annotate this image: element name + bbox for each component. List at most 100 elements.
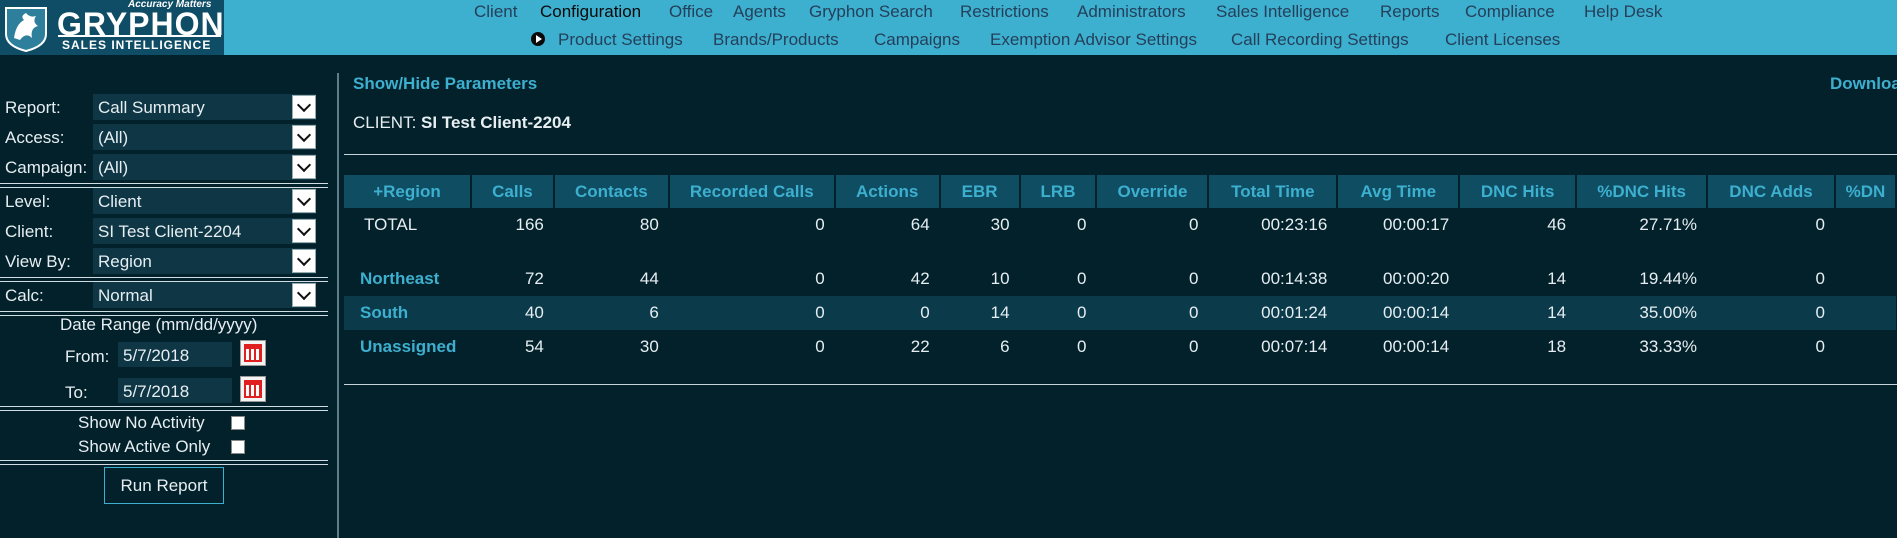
column-header[interactable]: Avg Time bbox=[1337, 175, 1461, 208]
table-cell: 33.33% bbox=[1639, 337, 1698, 356]
run-report-button[interactable]: Run Report bbox=[104, 467, 224, 504]
column-header[interactable]: Override bbox=[1096, 175, 1210, 208]
column-header[interactable]: DNC Hits bbox=[1459, 175, 1578, 208]
table-cell: 0 bbox=[1077, 269, 1087, 288]
client-select[interactable]: SI Test Client-2204 bbox=[93, 218, 316, 244]
region-link[interactable]: South bbox=[344, 296, 471, 330]
table-cell bbox=[1834, 296, 1896, 330]
table-cell: 0 bbox=[815, 215, 825, 234]
table-cell: 35.00% bbox=[1576, 296, 1708, 330]
chevron-down-icon[interactable] bbox=[292, 189, 316, 213]
column-header[interactable]: Calls bbox=[470, 175, 555, 208]
column-header[interactable]: Recorded Calls bbox=[668, 175, 836, 208]
column-header[interactable]: Actions bbox=[834, 175, 941, 208]
table-row: Unassigned 54 30 0 22 6 0 0 00:07:14 00:… bbox=[344, 330, 1896, 364]
view-by-select[interactable]: Region bbox=[93, 248, 316, 274]
table-cell: 0 bbox=[1815, 215, 1825, 234]
access-label: Access: bbox=[5, 128, 65, 147]
access-select-value: (All) bbox=[98, 128, 129, 147]
table-cell: 0 bbox=[1188, 215, 1199, 234]
level-select[interactable]: Client bbox=[93, 188, 316, 214]
calc-select-value: Normal bbox=[98, 286, 153, 305]
table-cell: 00:14:38 bbox=[1261, 269, 1328, 288]
table-row: Northeast 72 44 0 42 10 0 0 00:14:38 00:… bbox=[344, 262, 1896, 296]
campaign-select[interactable]: (All) bbox=[93, 154, 316, 180]
table-cell: 72 bbox=[524, 269, 544, 288]
subnav-client-licenses[interactable]: Client Licenses bbox=[1445, 30, 1560, 50]
table-cell: 40 bbox=[470, 296, 554, 330]
logo-subtitle: SALES INTELLIGENCE bbox=[62, 38, 212, 52]
nav-restrictions[interactable]: Restrictions bbox=[960, 2, 1049, 22]
level-label: Level: bbox=[5, 192, 51, 211]
nav-configuration[interactable]: Configuration bbox=[540, 2, 641, 22]
column-header[interactable]: %DNC Hits bbox=[1576, 175, 1709, 208]
from-date-input[interactable]: 5/7/2018 bbox=[118, 342, 232, 367]
table-cell: 64 bbox=[910, 215, 930, 234]
column-header[interactable]: DNC Adds bbox=[1707, 175, 1836, 208]
from-calendar-icon[interactable] bbox=[240, 340, 266, 366]
to-calendar-icon[interactable] bbox=[240, 376, 266, 402]
calc-label: Calc: bbox=[5, 286, 44, 305]
to-date-input[interactable]: 5/7/2018 bbox=[118, 378, 232, 403]
nav-reports[interactable]: Reports bbox=[1380, 2, 1440, 22]
subnav-exemption-advisor-settings[interactable]: Exemption Advisor Settings bbox=[990, 30, 1197, 50]
nav-office[interactable]: Office bbox=[669, 2, 713, 22]
region-link[interactable]: Northeast bbox=[344, 262, 471, 296]
from-label: From: bbox=[65, 347, 110, 366]
calc-select[interactable]: Normal bbox=[93, 282, 316, 308]
chevron-down-icon[interactable] bbox=[292, 155, 316, 179]
chevron-down-icon[interactable] bbox=[292, 125, 316, 149]
column-header[interactable]: LRB bbox=[1019, 175, 1098, 208]
access-select[interactable]: (All) bbox=[93, 124, 316, 150]
nav-compliance[interactable]: Compliance bbox=[1465, 2, 1555, 22]
calendar-icon bbox=[244, 380, 262, 398]
show-hide-parameters-link[interactable]: Show/Hide Parameters bbox=[353, 74, 537, 94]
show-active-only-label: Show Active Only bbox=[78, 437, 211, 456]
table-cell: 0 bbox=[1815, 337, 1825, 356]
campaign-select-value: (All) bbox=[98, 158, 129, 177]
table-cell: 42 bbox=[910, 269, 930, 288]
subnav-call-recording-settings[interactable]: Call Recording Settings bbox=[1231, 30, 1409, 50]
gryphon-logo[interactable]: Accuracy Matters GRYPHON SALES INTELLIGE… bbox=[0, 0, 224, 55]
table-cell: 00:23:16 bbox=[1261, 215, 1328, 234]
show-active-only-checkbox[interactable] bbox=[231, 440, 245, 454]
download-link[interactable]: Downloa bbox=[1830, 74, 1897, 94]
nav-agents[interactable]: Agents bbox=[733, 2, 786, 22]
column-header-region[interactable]: +Region bbox=[344, 175, 472, 208]
chevron-down-icon[interactable] bbox=[292, 219, 316, 243]
level-select-value: Client bbox=[98, 192, 142, 211]
show-no-activity-checkbox[interactable] bbox=[231, 416, 245, 430]
table-cell: 30 bbox=[990, 215, 1010, 234]
nav-sales-intelligence[interactable]: Sales Intelligence bbox=[1216, 2, 1349, 22]
total-row: TOTAL 166 80 0 64 30 0 0 00:23:16 00:00:… bbox=[344, 208, 1896, 242]
calendar-icon bbox=[244, 344, 262, 362]
chevron-down-icon[interactable] bbox=[292, 95, 316, 119]
table-header-row: +Region Calls Contacts Recorded Calls Ac… bbox=[344, 175, 1897, 208]
nav-administrators[interactable]: Administrators bbox=[1077, 2, 1186, 22]
table-cell: 00:00:20 bbox=[1383, 269, 1450, 288]
table-cell: 0 bbox=[1188, 337, 1199, 356]
report-select[interactable]: Call Summary bbox=[93, 94, 316, 120]
chevron-down-icon[interactable] bbox=[292, 283, 316, 307]
region-link[interactable]: Unassigned bbox=[344, 330, 471, 364]
table-cell: 0 bbox=[1815, 269, 1825, 288]
column-header[interactable]: EBR bbox=[939, 175, 1021, 208]
table-cell bbox=[1835, 208, 1896, 242]
nav-gryphon-search[interactable]: Gryphon Search bbox=[809, 2, 933, 22]
to-label: To: bbox=[65, 383, 88, 402]
column-header[interactable]: Contacts bbox=[553, 175, 670, 208]
subnav-product-settings[interactable]: Product Settings bbox=[558, 30, 683, 50]
subnav-campaigns[interactable]: Campaigns bbox=[874, 30, 960, 50]
campaign-label: Campaign: bbox=[5, 158, 88, 177]
subnav-brands-products[interactable]: Brands/Products bbox=[713, 30, 839, 50]
table-cell: 0 bbox=[815, 269, 825, 288]
table-cell: 10 bbox=[990, 269, 1010, 288]
chevron-down-icon[interactable] bbox=[292, 249, 316, 273]
nav-client[interactable]: Client bbox=[474, 2, 517, 22]
column-header[interactable]: Total Time bbox=[1208, 175, 1339, 208]
logo-divider bbox=[58, 35, 221, 37]
spacer-row bbox=[344, 242, 1896, 262]
nav-help-desk[interactable]: Help Desk bbox=[1584, 2, 1662, 22]
table-cell: 166 bbox=[515, 215, 544, 234]
column-header[interactable]: %DN bbox=[1834, 175, 1897, 208]
